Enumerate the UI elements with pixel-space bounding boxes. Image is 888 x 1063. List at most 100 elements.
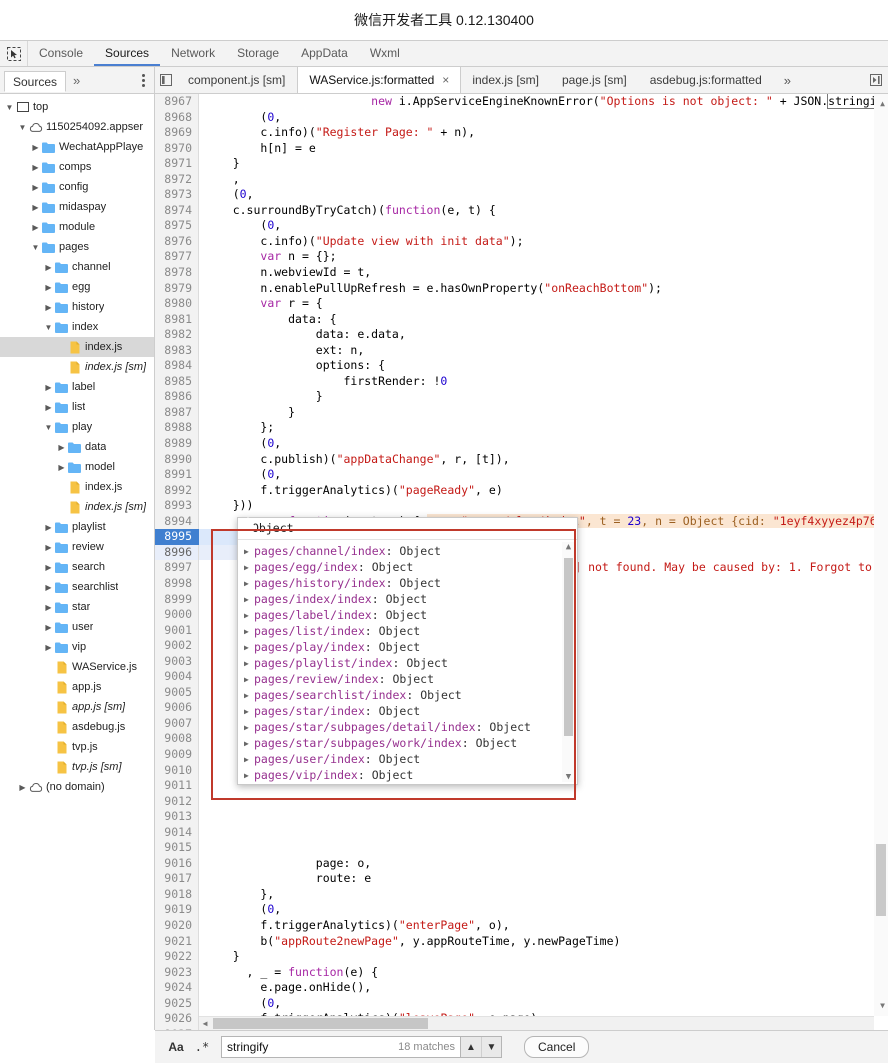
code-line[interactable]: 8993 })) — [155, 498, 888, 514]
code-line[interactable]: 8985 firstRender: !0 — [155, 373, 888, 390]
object-property-row[interactable]: ▶ pages/star/subpages/work/index: Object — [238, 736, 577, 752]
triangle-right-icon[interactable]: ▶ — [244, 560, 254, 576]
line-number[interactable]: 8990 — [155, 451, 199, 468]
object-property-row[interactable]: ▶ pages/index/index: Object — [238, 592, 577, 608]
code-line[interactable]: 9020 f.triggerAnalytics)("enterPage", o)… — [155, 917, 888, 934]
tree-item-tvp-js-sm[interactable]: tvp.js [sm] — [0, 757, 154, 777]
code-line[interactable]: 8968 (0, — [155, 109, 888, 126]
line-number[interactable]: 8975 — [155, 218, 199, 234]
object-property-row[interactable]: ▶ pages/vip/index: Object — [238, 768, 577, 784]
editor-tab-asdebug-js[interactable]: asdebug.js:formatted — [639, 67, 774, 93]
scrollbar-thumb[interactable] — [564, 558, 573, 736]
code-line[interactable]: 9024 e.page.onHide(), — [155, 980, 888, 996]
line-number[interactable]: 8992 — [155, 482, 199, 499]
popup-scrollbar[interactable]: ▲ ▼ — [562, 542, 575, 782]
tree-item-top[interactable]: ▼ top — [0, 97, 154, 117]
line-number[interactable]: 9002 — [155, 638, 199, 654]
line-number[interactable]: 8971 — [155, 156, 199, 172]
code-line[interactable]: 8982 data: e.data, — [155, 327, 888, 343]
line-number[interactable]: 8978 — [155, 265, 199, 281]
tree-item-midaspay[interactable]: ▶ midaspay — [0, 197, 154, 217]
line-number[interactable]: 9022 — [155, 949, 199, 965]
match-case-toggle[interactable]: Aa — [165, 1040, 187, 1054]
line-number[interactable]: 9012 — [155, 793, 199, 810]
editor-tab-page-js[interactable]: page.js [sm] — [551, 67, 639, 93]
tree-item-index-js[interactable]: index.js — [0, 337, 154, 357]
line-number[interactable]: 9025 — [155, 995, 199, 1012]
code-line[interactable]: 8977 var n = {}; — [155, 249, 888, 266]
chevron-double-right-icon[interactable]: » — [774, 67, 801, 93]
object-property-row[interactable]: ▶ pages/play/index: Object — [238, 640, 577, 656]
code-line[interactable]: 8975 (0, — [155, 218, 888, 234]
line-number[interactable]: 8979 — [155, 280, 199, 297]
file-tree-sidebar[interactable]: ▼ top ▼ 1150254092.appser ▶ WechatAppPlaye ▶ co… — [0, 94, 155, 1030]
line-number[interactable]: 8968 — [155, 109, 199, 126]
code-line[interactable]: 9014 — [155, 824, 888, 841]
regex-toggle[interactable]: .* — [191, 1040, 213, 1054]
line-number[interactable]: 8970 — [155, 140, 199, 157]
tree-item-app-js-sm[interactable]: app.js [sm] — [0, 697, 154, 717]
line-number[interactable]: 8969 — [155, 125, 199, 141]
code-line[interactable]: 8969 c.info)("Register Page: " + n), — [155, 125, 888, 141]
code-line[interactable]: 8989 (0, — [155, 436, 888, 452]
editor-vertical-scrollbar[interactable]: ▲ ▼ — [874, 94, 888, 1016]
chevron-down-icon[interactable]: ▼ — [4, 103, 15, 112]
triangle-right-icon[interactable]: ▶ — [244, 624, 254, 640]
editor-tab-index-js[interactable]: index.js [sm] — [461, 67, 551, 93]
tab-wxml[interactable]: Wxml — [359, 41, 411, 66]
tree-item-egg[interactable]: ▶ egg — [0, 277, 154, 297]
code-line[interactable]: 9016 page: o, — [155, 855, 888, 872]
editor-tab-component-js[interactable]: component.js [sm] — [177, 67, 297, 93]
code-line[interactable]: 9021 b("appRoute2newPage", y.appRouteTim… — [155, 933, 888, 950]
line-number[interactable]: 8981 — [155, 311, 199, 328]
chevron-right-icon[interactable]: ▶ — [43, 523, 54, 532]
code-line[interactable]: 8986 } — [155, 389, 888, 405]
kebab-menu-icon[interactable] — [133, 73, 154, 87]
tree-item-index-js-sm[interactable]: index.js [sm] — [0, 497, 154, 517]
line-number[interactable]: 8976 — [155, 233, 199, 250]
line-number[interactable]: 8995 — [155, 529, 199, 545]
code-line[interactable]: 9023 , _ = function(e) { — [155, 964, 888, 981]
line-number[interactable]: 9003 — [155, 653, 199, 670]
close-icon[interactable]: × — [442, 73, 449, 87]
line-number[interactable]: 8987 — [155, 404, 199, 421]
line-number[interactable]: 8984 — [155, 358, 199, 374]
tree-item-index[interactable]: ▼ index — [0, 317, 154, 337]
code-line[interactable]: 8990 c.publish)("appDataChange", r, [t])… — [155, 451, 888, 468]
code-line[interactable]: 8992 f.triggerAnalytics)("pageReady", e) — [155, 482, 888, 499]
tree-item-review[interactable]: ▶ review — [0, 537, 154, 557]
object-property-row[interactable]: ▶ pages/searchlist/index: Object — [238, 688, 577, 704]
object-property-row[interactable]: ▶ pages/list/index: Object — [238, 624, 577, 640]
code-line[interactable]: 9015 — [155, 840, 888, 856]
chevron-double-right-icon[interactable]: » — [66, 73, 87, 88]
code-line[interactable]: 8972 , — [155, 171, 888, 188]
chevron-right-icon[interactable]: ▶ — [43, 383, 54, 392]
line-number[interactable]: 8977 — [155, 249, 199, 266]
object-property-row[interactable]: ▶ pages/user/index: Object — [238, 752, 577, 768]
tree-item-user[interactable]: ▶ user — [0, 617, 154, 637]
code-line[interactable]: 9018 }, — [155, 886, 888, 903]
triangle-right-icon[interactable]: ▶ — [244, 768, 254, 784]
tree-item-comps[interactable]: ▶ comps — [0, 157, 154, 177]
object-property-row[interactable]: ▶ pages/history/index: Object — [238, 576, 577, 592]
chevron-right-icon[interactable]: ▶ — [43, 263, 54, 272]
triangle-right-icon[interactable]: ▶ — [244, 592, 254, 608]
triangle-up-icon[interactable]: ▲ — [566, 542, 571, 552]
object-property-row[interactable]: ▶ pages/label/index: Object — [238, 608, 577, 624]
line-number[interactable]: 9007 — [155, 715, 199, 732]
line-number[interactable]: 9023 — [155, 964, 199, 981]
tree-item-app-js[interactable]: app.js — [0, 677, 154, 697]
line-number[interactable]: 9014 — [155, 824, 199, 841]
object-property-row[interactable]: ▶ pages/star/index: Object — [238, 704, 577, 720]
line-number[interactable]: 8994 — [155, 513, 199, 530]
line-number[interactable]: 9000 — [155, 607, 199, 623]
line-number[interactable]: 9004 — [155, 669, 199, 685]
line-number[interactable]: 9008 — [155, 731, 199, 747]
triangle-right-icon[interactable]: ▶ — [244, 672, 254, 688]
chevron-right-icon[interactable]: ▶ — [43, 643, 54, 652]
code-line[interactable]: 8991 (0, — [155, 467, 888, 483]
scrollbar-thumb[interactable] — [876, 844, 886, 916]
code-line[interactable]: 9017 route: e — [155, 871, 888, 887]
line-number[interactable]: 9021 — [155, 933, 199, 950]
chevron-right-icon[interactable]: ▶ — [43, 283, 54, 292]
